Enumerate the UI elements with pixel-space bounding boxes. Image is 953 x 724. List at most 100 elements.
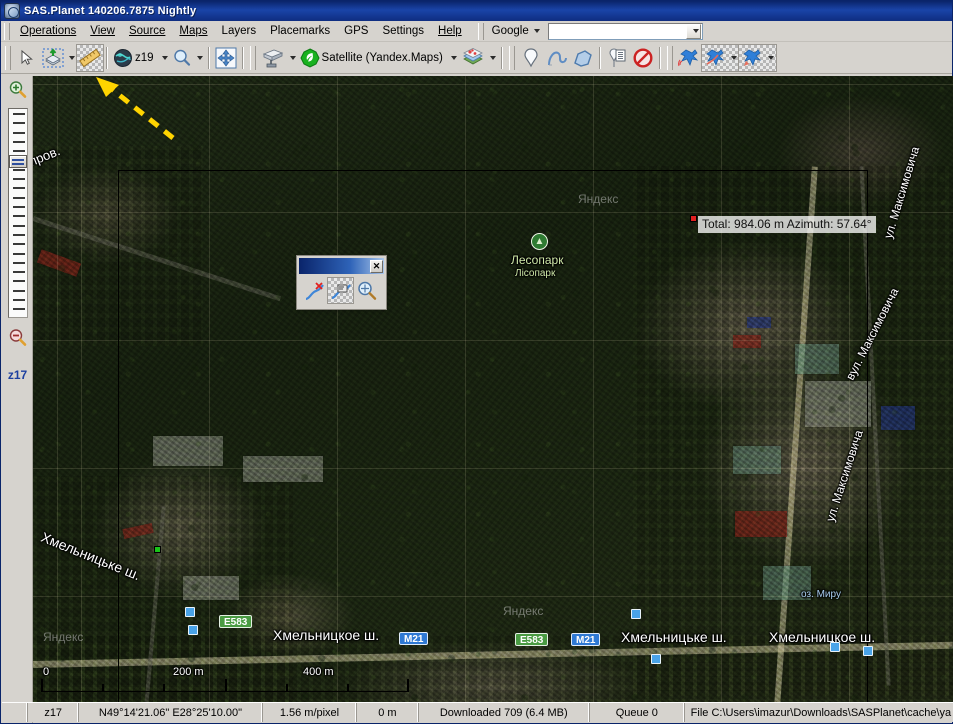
measure-new-line[interactable] — [302, 278, 327, 303]
menu-placemarks-label: Placemarks — [270, 24, 331, 37]
zoom-slider-thumb[interactable] — [9, 154, 27, 168]
zoom-panel: z17 — [2, 76, 33, 723]
bus-stop-icon-1 — [185, 607, 195, 617]
measure-floating-toolbar[interactable]: ✕ — [296, 255, 387, 310]
measure-tool[interactable] — [76, 43, 104, 72]
magnifier-icon — [173, 49, 190, 66]
gps-center-map[interactable] — [737, 43, 777, 72]
cursor-arrow-icon — [21, 49, 33, 65]
menu-layers[interactable]: Layers — [215, 23, 264, 40]
zoom-level-label: z19 — [135, 51, 154, 64]
magnifier-tool[interactable] — [170, 45, 205, 71]
chevron-down-icon — [69, 55, 75, 60]
toolbar-grip-3[interactable] — [508, 45, 515, 70]
search-provider-label: Google — [491, 25, 529, 37]
chevron-down-icon — [289, 55, 296, 60]
add-placemark-tool[interactable] — [518, 45, 544, 71]
chevron-down-icon — [450, 55, 457, 60]
menu-operations-label: Operations — [20, 24, 77, 37]
zoom-slider-tick — [13, 150, 25, 153]
map-canvas[interactable]: Яндекс Яндекс Яндекс ий пров. ▲ Лесопарк… — [33, 76, 953, 704]
menu-maps[interactable]: Maps — [172, 23, 214, 40]
zoom-slider[interactable] — [8, 108, 28, 318]
cache-source-selector[interactable] — [259, 45, 298, 71]
measure-edit-line[interactable] — [327, 277, 354, 304]
menu-operations[interactable]: Operations — [13, 23, 83, 40]
selection-tool[interactable] — [40, 45, 77, 71]
zoom-out-button[interactable] — [8, 328, 28, 348]
magnifier-tool-dropdown[interactable] — [192, 45, 203, 71]
clear-marks[interactable] — [630, 45, 656, 71]
fullscreen-tool[interactable] — [213, 45, 239, 71]
menu-help-label: Help — [438, 24, 462, 37]
status-file-path: File C:\Users\imazur\Downloads\SASPlanet… — [690, 706, 952, 719]
menu-source[interactable]: Source — [122, 23, 172, 40]
menu-view-label: View — [90, 24, 115, 37]
toolbar-grip-2[interactable] — [249, 45, 256, 70]
menu-drag-grip[interactable] — [4, 22, 10, 40]
main-toolbar: z19 Satellite (Yandex.Maps) — [1, 42, 952, 74]
search-input[interactable] — [547, 22, 703, 40]
menu-view[interactable]: View — [83, 23, 122, 40]
zoom-slider-tick — [13, 178, 25, 181]
add-path-tool[interactable] — [544, 45, 570, 71]
chevron-down-icon — [196, 55, 203, 60]
measure-fit-view[interactable] — [354, 278, 379, 303]
measure-end-node[interactable] — [690, 215, 697, 222]
cache-source-dropdown[interactable] — [285, 45, 296, 71]
map-source-selector[interactable]: Satellite (Yandex.Maps) — [298, 45, 459, 71]
measure-toolbar-titlebar[interactable]: ✕ — [299, 258, 384, 274]
menu-gps-label: GPS — [344, 24, 369, 37]
zoom-slider-tick — [13, 196, 25, 199]
road-shield-e583-2: E583 — [515, 633, 549, 646]
toolbar-separator-1 — [106, 46, 108, 69]
zoom-level-selector[interactable]: z19 — [111, 45, 170, 71]
status-resize-grip[interactable] — [2, 703, 28, 722]
close-icon[interactable]: ✕ — [370, 259, 383, 273]
zoom-panel-label: z17 — [7, 368, 28, 382]
application-window: SAS.Planet 140206.7875 Nightly Operation… — [0, 0, 953, 724]
search-provider-button[interactable]: Google — [487, 24, 545, 38]
toolbar-separator-4 — [500, 46, 503, 69]
placemark-manager[interactable] — [604, 45, 630, 71]
search-toolbar-grip[interactable] — [477, 22, 484, 40]
zoom-in-button[interactable] — [8, 80, 28, 100]
zoom-slider-tick — [13, 261, 25, 264]
pointer-tool[interactable] — [14, 45, 40, 71]
satellite-antenna-icon — [677, 48, 698, 66]
bus-stop-icon-2 — [188, 625, 198, 635]
zoom-slider-tick — [13, 215, 25, 218]
chevron-down-icon — [730, 55, 737, 60]
menu-source-label: Source — [128, 24, 166, 37]
gps-center-map-dropdown[interactable] — [763, 45, 774, 71]
zoom-slider-tick — [13, 280, 25, 283]
measure-start-node[interactable] — [154, 546, 161, 553]
gps-track-record[interactable] — [700, 43, 740, 72]
placemark-pin-icon — [524, 47, 538, 67]
chevron-down-icon — [533, 29, 540, 33]
zoom-slider-tick — [13, 206, 25, 208]
menu-placemarks[interactable]: Placemarks — [263, 23, 337, 40]
add-polygon-tool[interactable] — [570, 45, 596, 71]
menu-bar: Operations View Source Maps Layers Place… — [1, 21, 952, 42]
toolbar-grip-1[interactable] — [5, 45, 11, 70]
line-edit-icon — [331, 283, 351, 299]
menu-settings[interactable]: Settings — [375, 23, 431, 40]
menu-gps[interactable]: GPS — [337, 23, 375, 40]
menu-help[interactable]: Help — [431, 23, 469, 40]
measure-toolbar-body — [299, 274, 384, 307]
layers-selector[interactable] — [459, 45, 498, 71]
layers-selector-dropdown[interactable] — [485, 45, 496, 71]
map-source-dropdown[interactable] — [446, 45, 457, 71]
path-line-icon — [547, 51, 567, 65]
gps-connect[interactable] — [676, 45, 702, 71]
status-elevation: 0 m — [357, 703, 419, 722]
toolbar-grip-4[interactable] — [666, 45, 673, 70]
status-scale: 1.56 m/pixel — [263, 703, 358, 722]
status-zoom: z17 — [28, 703, 80, 722]
selection-tool-dropdown[interactable] — [64, 45, 75, 71]
gps-track-record-dropdown[interactable] — [726, 45, 737, 71]
toolbar-separator-3 — [241, 46, 244, 69]
zoom-level-dropdown[interactable] — [157, 45, 168, 71]
search-dropdown-button[interactable] — [685, 23, 701, 39]
